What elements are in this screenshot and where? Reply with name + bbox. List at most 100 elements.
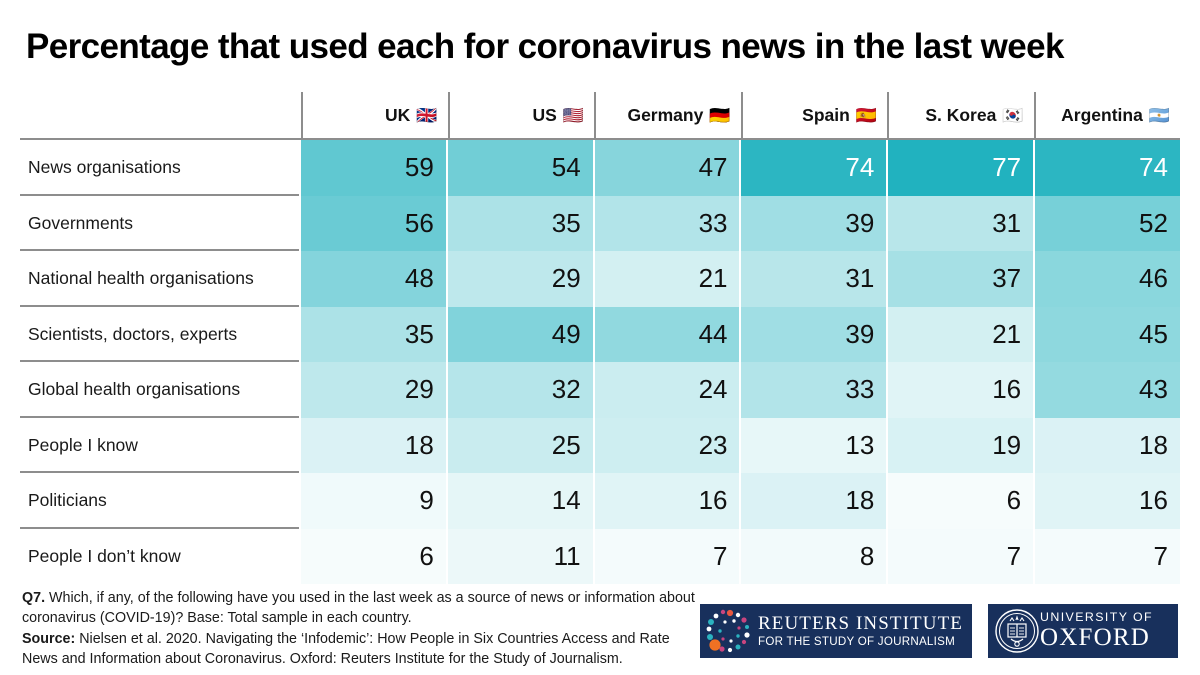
table-row: Scientists, doctors, experts 35 49 44 39 21 45: [20, 306, 1180, 362]
data-cell: 6: [301, 528, 446, 584]
row-label-text: National health organisations: [28, 268, 254, 289]
university-of-oxford-logo: UNIVERSITY OF OXFORD: [988, 604, 1178, 658]
flag-uk-icon: 🇬🇧: [416, 105, 438, 125]
data-cell: 44: [594, 306, 740, 362]
footnote-source-label: Source:: [22, 630, 76, 647]
row-label-text: News organisations: [28, 157, 181, 178]
data-cell: 16: [594, 473, 740, 529]
data-cell: 52: [1035, 195, 1180, 251]
table-row: Governments 56 35 33 39 31 52: [20, 195, 1180, 252]
page-title: Percentage that used each for coronaviru…: [26, 27, 1064, 66]
data-cell: 16: [888, 362, 1034, 418]
row-label-text: Global health organisations: [28, 379, 241, 400]
table-row: People I don’t know 6 11 7 8 7 7: [20, 528, 1180, 585]
column-header-label: Germany: [627, 104, 704, 125]
row-label-text: People I know: [28, 434, 138, 455]
data-cell: 48: [301, 251, 446, 307]
reuters-dots-icon: [706, 609, 750, 653]
oxford-logo-line2: OXFORD: [1040, 623, 1150, 651]
data-cell: 33: [741, 362, 887, 418]
row-label-text: People I don’t know: [28, 545, 181, 566]
data-cell: 7: [888, 528, 1034, 584]
footnote-question-label: Q7.: [22, 590, 46, 606]
column-header-label: UK: [385, 104, 411, 125]
row-label: Politicians: [20, 473, 301, 529]
data-cell: 31: [888, 195, 1034, 251]
data-cell: 32: [447, 362, 593, 418]
table-row: People I know 18 25 23 13 19 18: [20, 417, 1180, 474]
column-header-us: US 🇺🇸: [447, 92, 594, 140]
flag-spain-icon: 🇪🇸: [855, 105, 877, 125]
data-cell: 35: [301, 306, 446, 362]
footnote-source-text: Nielsen et al. 2020. Navigating the ‘Inf…: [22, 630, 670, 667]
table-body: News organisations 59 54 47 74 77 74 Government…: [20, 140, 1180, 584]
flag-south-korea-icon: 🇰🇷: [1002, 105, 1024, 125]
row-cells: 56 35 33 39 31 52: [301, 195, 1180, 251]
row-label: Governments: [20, 196, 301, 252]
data-cell: 21: [594, 251, 740, 307]
column-header-label: Spain: [802, 104, 850, 125]
data-table: UK 🇬🇧 US 🇺🇸 Germany 🇩🇪 Spain 🇪🇸 S. Korea 🇰🇷 Argent…: [20, 92, 1180, 584]
data-cell: 19: [888, 417, 1034, 473]
row-cells: 59 54 47 74 77 74: [301, 140, 1180, 196]
row-label-header: [20, 92, 301, 140]
reuters-institute-logo: REUTERS INSTITUTE FOR THE STUDY OF JOURN…: [700, 604, 972, 658]
footnote-source: Source: Nielsen et al. 2020. Navigating …: [22, 629, 702, 670]
data-cell: 9: [301, 473, 446, 529]
row-cells: 48 29 21 31 37 46: [301, 251, 1180, 307]
data-cell: 18: [1035, 417, 1180, 473]
footnote: Q7. Which, if any, of the following have…: [22, 588, 702, 669]
column-header-spain: Spain 🇪🇸: [740, 92, 887, 140]
table-row: Politicians 9 14 16 18 6 16: [20, 473, 1180, 529]
data-cell: 59: [301, 140, 446, 196]
data-cell: 18: [741, 473, 887, 529]
data-cell: 54: [447, 140, 593, 196]
data-cell: 7: [1035, 528, 1180, 584]
data-cell: 37: [888, 251, 1034, 307]
data-cell: 45: [1035, 306, 1180, 362]
row-label: News organisations: [20, 140, 301, 196]
reuters-logo-line1: REUTERS INSTITUTE: [758, 612, 963, 634]
row-cells: 18 25 23 13 19 18: [301, 417, 1180, 473]
flag-us-icon: 🇺🇸: [562, 105, 584, 125]
row-label-text: Scientists, doctors, experts: [28, 323, 238, 344]
row-label: Global health organisations: [20, 362, 301, 418]
row-cells: 9 14 16 18 6 16: [301, 473, 1180, 529]
row-label: People I don’t know: [20, 529, 301, 585]
data-cell: 31: [741, 251, 887, 307]
data-cell: 21: [888, 306, 1034, 362]
data-cell: 13: [741, 417, 887, 473]
data-cell: 24: [594, 362, 740, 418]
data-cell: 7: [594, 528, 740, 584]
flag-germany-icon: 🇩🇪: [709, 105, 731, 125]
row-label: People I know: [20, 418, 301, 474]
row-label: National health organisations: [20, 251, 301, 307]
data-cell: 39: [741, 195, 887, 251]
column-header-uk: UK 🇬🇧: [301, 92, 448, 140]
column-header-s-korea: S. Korea 🇰🇷: [887, 92, 1034, 140]
reuters-logo-text: REUTERS INSTITUTE FOR THE STUDY OF JOURN…: [758, 612, 963, 648]
column-header-label: Argentina: [1061, 104, 1143, 125]
data-cell: 77: [888, 140, 1034, 196]
data-cell: 46: [1035, 251, 1180, 307]
data-cell: 29: [447, 251, 593, 307]
data-cell: 47: [594, 140, 740, 196]
flag-argentina-icon: 🇦🇷: [1148, 105, 1170, 125]
row-label-text: Politicians: [28, 490, 107, 511]
data-cell: 29: [301, 362, 446, 418]
row-cells: 35 49 44 39 21 45: [301, 306, 1180, 362]
row-cells: 6 11 7 8 7 7: [301, 528, 1180, 584]
data-cell: 25: [447, 417, 593, 473]
footnote-question-text: Which, if any, of the following have you…: [22, 590, 695, 627]
table-row: National health organisations 48 29 21 31 37 4…: [20, 251, 1180, 307]
table-header-row: UK 🇬🇧 US 🇺🇸 Germany 🇩🇪 Spain 🇪🇸 S. Korea 🇰🇷 Argent…: [20, 92, 1180, 140]
data-cell: 16: [1035, 473, 1180, 529]
header-cells: UK 🇬🇧 US 🇺🇸 Germany 🇩🇪 Spain 🇪🇸 S. Korea 🇰🇷 Argent…: [301, 92, 1180, 140]
infographic-page: Percentage that used each for coronaviru…: [0, 0, 1200, 675]
table-row: Global health organisations 29 32 24 33 16 43: [20, 362, 1180, 418]
column-header-label: S. Korea: [925, 104, 997, 125]
data-cell: 74: [1035, 140, 1180, 196]
row-cells: 29 32 24 33 16 43: [301, 362, 1180, 418]
data-cell: 11: [447, 528, 593, 584]
column-header-germany: Germany 🇩🇪: [594, 92, 741, 140]
